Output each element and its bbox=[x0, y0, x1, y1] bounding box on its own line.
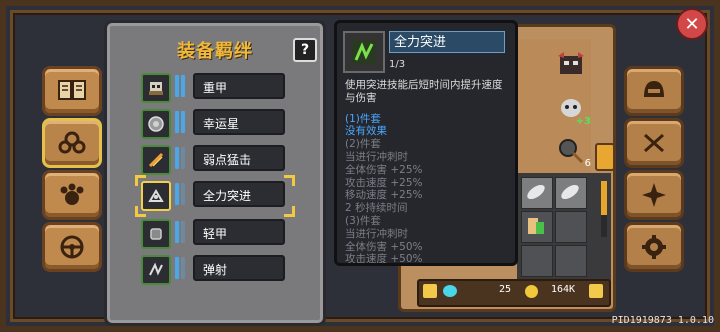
selection-corner bbox=[284, 206, 295, 217]
gem-count: 25 bbox=[499, 284, 512, 295]
equip-slot[interactable]: 6 bbox=[551, 133, 591, 169]
tooltip-line: (3)件套 bbox=[345, 214, 381, 227]
inventory-cell[interactable] bbox=[521, 211, 553, 243]
bond-progress-bar bbox=[175, 147, 187, 169]
seedling-icon bbox=[528, 218, 544, 234]
bond-progress-bar bbox=[175, 257, 187, 279]
dash-skill-icon bbox=[343, 31, 385, 73]
bond-progress-bar bbox=[175, 221, 187, 243]
tooltip-line: 当进行冲刺时 bbox=[345, 150, 408, 163]
tooltip-line: 全体伤害 +50% bbox=[345, 240, 423, 253]
skill-tab[interactable] bbox=[624, 170, 684, 220]
tooltip-level: 1/3 bbox=[389, 59, 406, 70]
inventory-cell[interactable] bbox=[555, 177, 587, 209]
skull-armor-icon bbox=[141, 73, 171, 103]
vehicle-tab[interactable] bbox=[42, 222, 102, 272]
bond-item-label: 弱点猛击 bbox=[193, 145, 285, 171]
equip-slot[interactable]: +3 bbox=[551, 91, 591, 127]
tooltip-line: 当进行冲刺时 bbox=[345, 227, 408, 240]
codex-tab[interactable] bbox=[42, 66, 102, 116]
tooltip-title: 全力突进 bbox=[389, 31, 505, 53]
feather-icon bbox=[527, 184, 545, 200]
bond-item[interactable]: 幸运星 bbox=[141, 109, 289, 139]
bond-tab[interactable] bbox=[42, 118, 102, 168]
inventory-cell[interactable] bbox=[521, 177, 553, 209]
bond-item-label: 幸运星 bbox=[193, 109, 285, 135]
inventory-scrollbar[interactable] bbox=[601, 181, 607, 237]
crossed-swords-icon bbox=[644, 133, 664, 153]
pet-tab[interactable] bbox=[42, 170, 102, 220]
ricochet-icon bbox=[141, 255, 171, 285]
tooltip-description: 使用突进技能后短时间内提升速度与伤害 bbox=[345, 79, 503, 104]
helmet-tab[interactable] bbox=[624, 66, 684, 116]
coin-count: 164K bbox=[551, 284, 576, 295]
selection-corner bbox=[135, 175, 146, 186]
slash-icon bbox=[141, 145, 171, 175]
steering-wheel-icon bbox=[60, 235, 84, 259]
currency-bar: 25 164K bbox=[417, 279, 611, 307]
selection-corner bbox=[284, 175, 295, 186]
selection-corner bbox=[135, 206, 146, 217]
bond-item[interactable]: 弹射 bbox=[141, 255, 289, 285]
equip-slot[interactable] bbox=[551, 47, 591, 83]
tooltip-line: 没有效果 bbox=[345, 125, 387, 138]
sparkle-icon bbox=[642, 183, 666, 207]
slot-badge: 6 bbox=[584, 158, 591, 169]
tooltip-line: 攻击速度 +50% bbox=[345, 253, 423, 266]
gear-icon bbox=[642, 235, 666, 259]
demon-mask-icon bbox=[558, 52, 584, 74]
bond-progress-bar bbox=[175, 183, 187, 205]
tooltip-line: 攻击速度 +25% bbox=[345, 176, 423, 189]
help-button[interactable]: ? bbox=[293, 38, 317, 62]
bond-panel: 装备羁绊 ? 重甲 幸运星 弱点猛击 全力突进 轻甲 弹射 bbox=[104, 20, 326, 326]
bond-item[interactable]: 轻甲 bbox=[141, 219, 289, 249]
tooltip-line: (2)件套 bbox=[345, 138, 381, 151]
settings-tab[interactable] bbox=[624, 222, 684, 272]
star-coin-icon bbox=[141, 109, 171, 139]
character-portrait: +3 6 御 bbox=[503, 39, 615, 189]
slot-badge: +3 bbox=[575, 116, 591, 127]
light-armor-icon bbox=[141, 219, 171, 249]
mace-icon bbox=[559, 139, 584, 164]
menu-icon[interactable] bbox=[589, 284, 603, 298]
paw-icon bbox=[60, 183, 84, 205]
bond-item-label: 轻甲 bbox=[193, 219, 285, 245]
gem-icon bbox=[443, 285, 457, 297]
chain-icon bbox=[58, 131, 86, 154]
tooltip-line: 2 秒持续时间 bbox=[345, 202, 408, 215]
inventory-cell[interactable] bbox=[555, 211, 587, 243]
tooltip-line: 移动速度 +25% bbox=[345, 189, 423, 202]
bond-tooltip: 全力突进 1/3 使用突进技能后短时间内提升速度与伤害 (1)件套 没有效果 (… bbox=[334, 20, 518, 266]
bond-item-selected[interactable]: 全力突进 bbox=[135, 175, 295, 217]
bond-panel-title: 装备羁绊 bbox=[177, 41, 253, 62]
tooltip-line: 全体伤害 +25% bbox=[345, 163, 423, 176]
lock-icon[interactable] bbox=[423, 284, 437, 298]
bond-progress-bar bbox=[175, 111, 187, 133]
helmet-icon bbox=[644, 81, 664, 97]
inventory-grid bbox=[517, 173, 611, 289]
bond-item[interactable]: 重甲 bbox=[141, 73, 289, 103]
bond-item[interactable]: 弱点猛击 bbox=[141, 145, 289, 175]
weapon-tab[interactable] bbox=[624, 118, 684, 168]
inventory-cell[interactable] bbox=[521, 245, 553, 277]
coin-icon bbox=[525, 285, 538, 298]
book-icon bbox=[58, 80, 86, 100]
feather-icon bbox=[561, 184, 579, 200]
side-tab[interactable] bbox=[595, 143, 615, 171]
inventory-cell[interactable] bbox=[555, 245, 587, 277]
close-button[interactable]: ✕ bbox=[676, 8, 708, 40]
bond-progress-bar bbox=[175, 75, 187, 97]
tooltip-line: (1)件套 bbox=[345, 112, 381, 125]
bond-item-label: 重甲 bbox=[193, 73, 285, 99]
bond-item-label: 弹射 bbox=[193, 255, 285, 281]
tooltip-body: 使用突进技能后短时间内提升速度与伤害 (1)件套 没有效果 (2)件套 当进行冲… bbox=[345, 79, 509, 266]
version-label: PID1919873 1.0.10 bbox=[611, 315, 714, 326]
bond-item-label: 全力突进 bbox=[193, 181, 285, 207]
